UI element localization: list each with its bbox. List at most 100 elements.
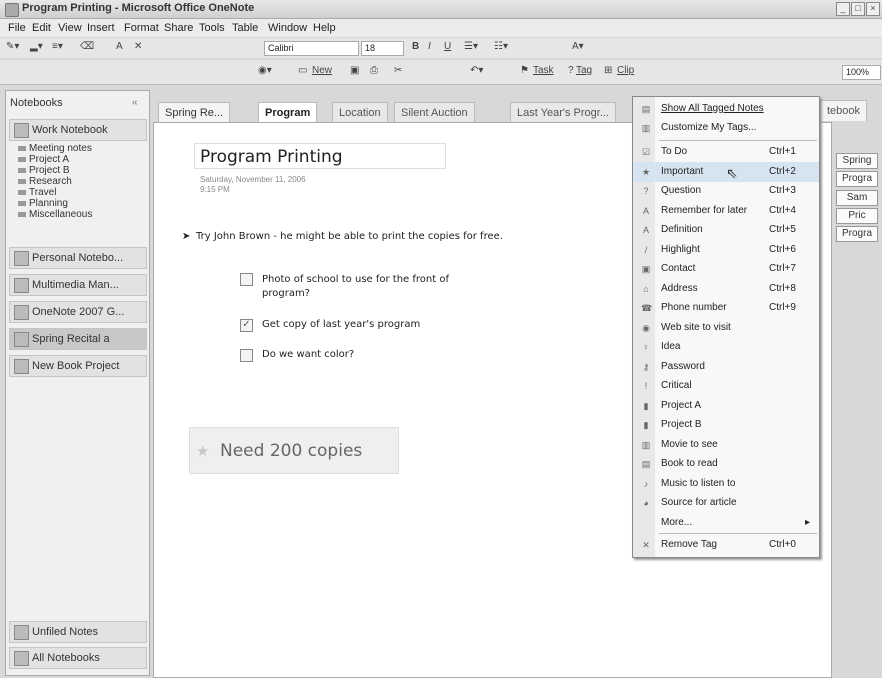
print-icon[interactable]: ⎙	[370, 65, 378, 79]
save-icon[interactable]: ▣	[350, 65, 359, 79]
menu-file[interactable]: File	[8, 22, 26, 34]
todo-text-2[interactable]: Get copy of last year's program	[262, 319, 420, 330]
menu-tag-source-for-article[interactable]: ◕ Source for article	[633, 493, 819, 513]
tab-notebook-spring[interactable]: Spring Re...	[158, 102, 231, 123]
maximize-button[interactable]: □	[851, 2, 865, 16]
eraser-icon[interactable]: ⌫	[80, 41, 94, 55]
menu-view[interactable]: View	[58, 22, 82, 34]
menu-edit[interactable]: Edit	[32, 22, 51, 34]
underline-button[interactable]: U	[444, 41, 451, 55]
todo-checkbox-1[interactable]	[240, 273, 253, 286]
menu-show-all-tagged-notes[interactable]: ▤ Show All Tagged Notes	[633, 99, 819, 119]
section-travel[interactable]: Travel	[18, 187, 56, 198]
page-tab-sam[interactable]: Sam	[836, 190, 878, 206]
tab-last-years-program[interactable]: Last Year's Progr...	[510, 102, 616, 123]
section-planning[interactable]: Planning	[18, 198, 68, 209]
todo-checkbox-3[interactable]	[240, 349, 253, 362]
menu-tools[interactable]: Tools	[199, 22, 225, 34]
menu-remove-tag[interactable]: ✕ Remove Tag Ctrl+0	[633, 535, 819, 555]
task-icon[interactable]: ⚑	[520, 65, 529, 79]
all-notebooks[interactable]: All Notebooks	[9, 647, 147, 669]
section-meeting-notes[interactable]: Meeting notes	[18, 143, 92, 154]
section-project-a[interactable]: Project A	[18, 154, 69, 165]
menu-window[interactable]: Window	[268, 22, 307, 34]
clip-button[interactable]: Clip	[617, 65, 634, 79]
menu-tag-web-site-to-visit[interactable]: ◉ Web site to visit	[633, 318, 819, 338]
notebook-new-book-project[interactable]: New Book Project	[9, 355, 147, 377]
help-icon[interactable]: ◉▾	[258, 65, 272, 79]
menu-tag-more[interactable]: More... ▸	[633, 513, 819, 533]
pen-icon[interactable]: ✎▾	[6, 41, 19, 55]
zoom-select[interactable]: 100%	[842, 65, 881, 80]
menu-share[interactable]: Share	[164, 22, 193, 34]
tag-icon[interactable]: ?	[568, 65, 574, 79]
menu-tag-phone-number[interactable]: ☎ Phone number Ctrl+9	[633, 298, 819, 318]
new-button[interactable]: New	[312, 65, 332, 79]
font-color-icon[interactable]: A▾	[572, 41, 584, 55]
menu-tag-project-a[interactable]: ▮ Project A	[633, 396, 819, 416]
menu-tag-password[interactable]: ⚷ Password	[633, 357, 819, 377]
menu-tag-definition[interactable]: A Definition Ctrl+5	[633, 220, 819, 240]
notebook-multimedia[interactable]: Multimedia Man...	[9, 274, 147, 296]
font-select[interactable]: Calibri	[264, 41, 359, 56]
menu-tag-remember-for-later[interactable]: A Remember for later Ctrl+4	[633, 201, 819, 221]
line-style-icon[interactable]: ≡▾	[52, 41, 63, 55]
menu-tag-highlight[interactable]: / Highlight Ctrl+6	[633, 240, 819, 260]
unfiled-notes[interactable]: Unfiled Notes	[9, 621, 147, 643]
menu-tag-book-to-read[interactable]: ▤ Book to read	[633, 454, 819, 474]
new-page-icon[interactable]: ▭	[298, 65, 307, 79]
close-button[interactable]: ×	[866, 2, 880, 16]
menu-tag-to-do[interactable]: ☑ To Do Ctrl+1	[633, 142, 819, 162]
numbering-icon[interactable]: ☷▾	[494, 41, 508, 55]
bullet-note[interactable]: Try John Brown - he might be able to pri…	[196, 231, 503, 242]
page-title[interactable]: Program Printing	[200, 147, 343, 167]
bullets-icon[interactable]: ☰▾	[464, 41, 478, 55]
todo-checkbox-2[interactable]: ✓	[240, 319, 253, 332]
section-miscellaneous[interactable]: Miscellaneous	[18, 209, 92, 220]
page-tab-spring[interactable]: Spring	[836, 153, 878, 169]
minimize-button[interactable]: _	[836, 2, 850, 16]
tag-button[interactable]: Tag	[576, 65, 592, 79]
menu-tag-address[interactable]: ⌂ Address Ctrl+8	[633, 279, 819, 299]
bold-button[interactable]: B	[412, 41, 419, 55]
menu-table[interactable]: Table	[232, 22, 258, 34]
undo-icon[interactable]: ↶▾	[470, 65, 483, 79]
star-icon: ★	[196, 443, 210, 460]
notebook-spring-recital[interactable]: Spring Recital a	[9, 328, 147, 350]
highlighter-icon[interactable]: ▂▾	[30, 41, 43, 55]
menu-customize-my-tags[interactable]: ▥ Customize My Tags...	[633, 118, 819, 138]
cut-icon[interactable]: ✂	[394, 65, 402, 79]
section-project-b[interactable]: Project B	[18, 165, 70, 176]
task-button[interactable]: Task	[533, 65, 554, 79]
collapse-icon[interactable]: «	[132, 97, 138, 108]
menu-tag-question[interactable]: ? Question Ctrl+3	[633, 181, 819, 201]
callout-text[interactable]: Need 200 copies	[220, 441, 362, 461]
notebook-work[interactable]: Work Notebook	[9, 119, 147, 141]
menu-tag-project-b[interactable]: ▮ Project B	[633, 415, 819, 435]
font-size-select[interactable]: 18	[361, 41, 404, 56]
menu-help[interactable]: Help	[313, 22, 336, 34]
text-format-icon[interactable]: A	[116, 41, 123, 55]
clip-icon[interactable]: ⊞	[604, 65, 612, 79]
delete-icon[interactable]: ✕	[134, 41, 142, 55]
menu-tag-music-to-listen-to[interactable]: ♪ Music to listen to	[633, 474, 819, 494]
tab-program[interactable]: Program	[258, 102, 318, 123]
italic-button[interactable]: I	[428, 41, 431, 55]
menu-tag-idea[interactable]: ♀ Idea	[633, 337, 819, 357]
tab-location[interactable]: Location	[332, 102, 388, 123]
menu-format[interactable]: Format	[124, 22, 159, 34]
todo-text-3[interactable]: Do we want color?	[262, 349, 354, 360]
menu-tag-movie-to-see[interactable]: ▥ Movie to see	[633, 435, 819, 455]
section-research[interactable]: Research	[18, 176, 72, 187]
menu-tag-critical[interactable]: ! Critical	[633, 376, 819, 396]
tab-silent-auction[interactable]: Silent Auction	[394, 102, 475, 123]
menu-insert[interactable]: Insert	[87, 22, 115, 34]
notebook-search[interactable]: tebook	[820, 100, 868, 121]
page-tab-progra[interactable]: Progra	[836, 226, 878, 242]
notebook-onenote-2007[interactable]: OneNote 2007 G...	[9, 301, 147, 323]
menu-tag-contact[interactable]: ▣ Contact Ctrl+7	[633, 259, 819, 279]
page-tab-program[interactable]: Progra	[836, 171, 878, 187]
notebook-personal[interactable]: Personal Notebo...	[9, 247, 147, 269]
todo-text-1[interactable]: Photo of school to use for the front of …	[262, 273, 482, 301]
page-tab-pric[interactable]: Pric	[836, 208, 878, 224]
